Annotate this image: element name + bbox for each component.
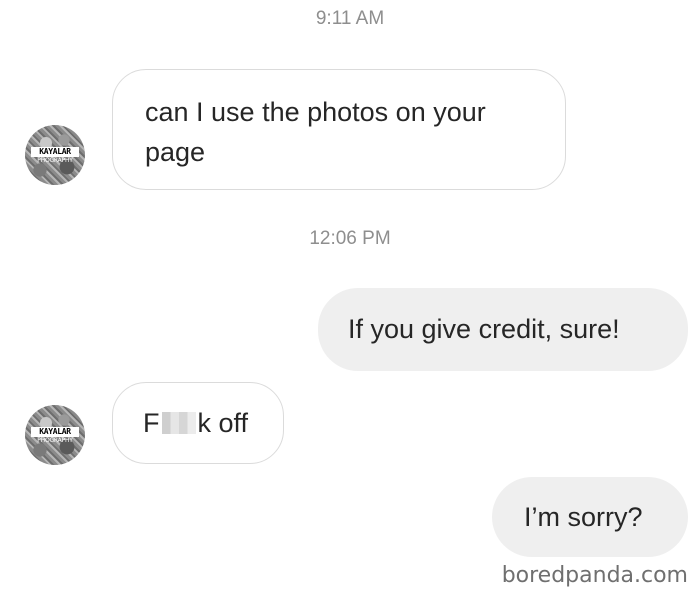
message-text: If you give credit, sure! <box>348 314 620 344</box>
watermark: boredpanda.com <box>501 563 688 588</box>
censor-blur <box>161 412 196 434</box>
message-text-start: F <box>143 408 160 438</box>
avatar-logo-subtext: PHOGRAPHY <box>37 437 73 444</box>
message-text: can I use the photos on your page <box>145 97 486 167</box>
avatar-logo: KAYALAR PHOGRAPHY <box>31 147 79 165</box>
message-bubble-incoming[interactable]: can I use the photos on your page <box>112 69 566 190</box>
message-text: I’m sorry? <box>524 502 643 532</box>
message-text-end: k off <box>197 408 249 438</box>
avatar-logo-text: KAYALAR <box>31 427 79 437</box>
sender-avatar[interactable]: KAYALAR PHOGRAPHY <box>25 125 85 185</box>
timestamp: 12:06 PM <box>309 228 391 249</box>
message-bubble-outgoing[interactable]: I’m sorry? <box>492 477 688 557</box>
sender-avatar[interactable]: KAYALAR PHOGRAPHY <box>25 405 85 465</box>
message-bubble-incoming[interactable]: Fk off <box>112 382 284 464</box>
avatar-logo: KAYALAR PHOGRAPHY <box>31 427 79 445</box>
avatar-logo-text: KAYALAR <box>31 147 79 157</box>
avatar-logo-subtext: PHOGRAPHY <box>37 157 73 164</box>
message-bubble-outgoing[interactable]: If you give credit, sure! <box>318 288 688 371</box>
timestamp: 9:11 AM <box>315 8 385 29</box>
